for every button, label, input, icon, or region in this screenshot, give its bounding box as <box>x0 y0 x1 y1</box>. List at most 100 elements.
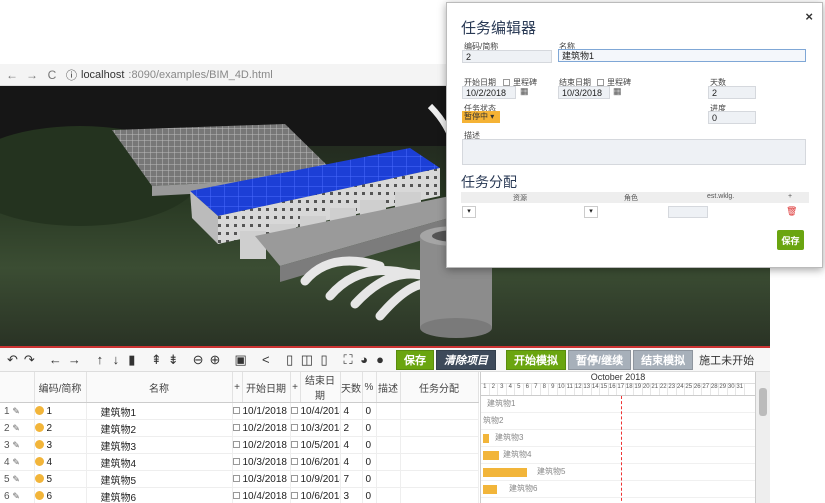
cell-progress[interactable]: 0 <box>362 453 377 471</box>
grid-only-icon[interactable]: ▯ <box>282 351 298 369</box>
redo-icon[interactable]: ↷ <box>21 351 38 369</box>
milestone-checkbox[interactable] <box>290 407 298 415</box>
share-icon[interactable]: < <box>258 351 274 369</box>
milestone-checkbox[interactable] <box>232 458 240 466</box>
gantt-task-bar[interactable] <box>483 485 497 494</box>
url-field[interactable]: ⓘ localhost:8090/examples/BIM_4D.html <box>66 67 273 83</box>
milestone-checkbox[interactable] <box>290 424 298 432</box>
cell-duration[interactable]: 4 <box>340 453 363 471</box>
table-row[interactable]: 6 ✎ 6 建筑物6 10/4/2018 10/6/2018 3 0 <box>0 487 479 503</box>
header-assign[interactable]: 任务分配 <box>400 372 479 403</box>
add-assignment-button[interactable]: + <box>788 193 792 200</box>
cell-code[interactable]: 1 <box>34 402 87 420</box>
cell-duration[interactable]: 4 <box>340 402 363 420</box>
table-row[interactable]: 2 ✎ 2 建筑物2 10/2/2018 10/3/2018 2 0 <box>0 419 479 437</box>
effort-field[interactable] <box>668 206 708 218</box>
fullscreen-icon[interactable]: ⛶ <box>340 351 356 369</box>
edit-icon[interactable]: ✎ <box>12 474 20 484</box>
dialog-save-button[interactable]: 保存 <box>777 230 804 250</box>
table-row[interactable]: 1 ✎ 1 建筑物1 10/1/2018 10/4/2018 4 0 <box>0 402 479 420</box>
code-field[interactable]: 2 <box>462 50 552 63</box>
cell-end[interactable]: 10/9/2018 <box>290 470 341 488</box>
milestone-checkbox[interactable] <box>232 441 240 449</box>
indent-icon[interactable]: → <box>65 351 84 369</box>
edit-icon[interactable]: ✎ <box>12 457 20 467</box>
insert-below-icon[interactable]: ⇟ <box>165 351 182 369</box>
milestone-checkbox[interactable] <box>290 458 298 466</box>
close-icon[interactable]: × <box>805 9 813 24</box>
scrollbar-thumb[interactable] <box>759 388 767 416</box>
cell-progress[interactable]: 0 <box>362 436 377 454</box>
calendar-icon[interactable]: ▦ <box>520 86 529 97</box>
vertical-scrollbar[interactable] <box>755 372 770 503</box>
gantt-task-bar[interactable] <box>483 468 527 477</box>
name-field[interactable]: 建筑物1 <box>558 49 806 62</box>
gantt-chart[interactable]: October 2018 1 2 3 4 5 6 7 8 9 10 11 12 13 14 15 16 17 18… <box>480 372 755 503</box>
edit-icon[interactable]: ✎ <box>12 491 20 501</box>
calendar-icon[interactable]: ▦ <box>613 86 622 97</box>
edit-icon[interactable]: ✎ <box>12 440 20 450</box>
start-simulation-button[interactable]: 开始模拟 <box>506 349 567 370</box>
table-row[interactable]: 4 ✎ 4 建筑物4 10/3/2018 10/6/2018 4 0 <box>0 453 479 471</box>
header-start[interactable]: 开始日期 <box>242 372 291 403</box>
cell-code[interactable]: 5 <box>34 470 87 488</box>
cell-code[interactable]: 6 <box>34 487 87 503</box>
insert-above-icon[interactable]: ⇞ <box>148 351 165 369</box>
cell-start[interactable]: 10/2/2018 <box>232 436 291 454</box>
cell-assign[interactable] <box>400 419 479 437</box>
zoom-in-icon[interactable]: ⊕ <box>207 351 224 369</box>
outdent-icon[interactable]: ← <box>46 351 65 369</box>
cell-end[interactable]: 10/5/2018 <box>290 436 341 454</box>
days-field[interactable]: 2 <box>708 86 756 99</box>
cell-desc[interactable] <box>376 419 401 437</box>
end-simulation-button[interactable]: 结束模拟 <box>633 349 694 370</box>
resources-icon[interactable]: ● <box>372 351 388 369</box>
header-desc[interactable]: 描述 <box>376 372 401 403</box>
clear-project-button[interactable]: 清除项目 <box>436 349 497 370</box>
header-code[interactable]: 编码/简称 <box>34 372 87 403</box>
table-row[interactable]: 3 ✎ 3 建筑物3 10/2/2018 10/5/2018 4 0 <box>0 436 479 454</box>
pause-resume-button[interactable]: 暂停/继续 <box>568 349 632 370</box>
cell-name[interactable]: 建筑物2 <box>86 419 233 437</box>
start-date-field[interactable]: 10/2/2018 <box>462 86 516 99</box>
palette-icon[interactable]: ◕ <box>356 351 372 369</box>
split-view-icon[interactable]: ◫ <box>298 351 316 369</box>
cell-code[interactable]: 4 <box>34 453 87 471</box>
milestone-checkbox[interactable] <box>232 475 240 483</box>
move-up-icon[interactable]: ↑ <box>92 351 108 369</box>
back-icon[interactable]: ← <box>6 68 18 82</box>
cell-desc[interactable] <box>376 487 401 503</box>
header-start-toggle[interactable]: + <box>232 372 243 403</box>
milestone-checkbox[interactable] <box>232 424 240 432</box>
cell-desc[interactable] <box>376 453 401 471</box>
cell-name[interactable]: 建筑物5 <box>86 470 233 488</box>
role-select[interactable]: ▾ <box>584 206 598 218</box>
end-date-field[interactable]: 10/3/2018 <box>558 86 610 99</box>
header-end-toggle[interactable]: + <box>290 372 301 403</box>
header-duration[interactable]: 天数 <box>340 372 363 403</box>
cell-end[interactable]: 10/4/2018 <box>290 402 341 420</box>
resource-select[interactable]: ▾ <box>462 206 476 218</box>
delete-icon[interactable]: ▮ <box>124 351 140 369</box>
cell-progress[interactable]: 0 <box>362 470 377 488</box>
cell-duration[interactable]: 2 <box>340 419 363 437</box>
milestone-checkbox[interactable] <box>290 475 298 483</box>
forward-icon[interactable]: → <box>26 68 38 82</box>
cell-start[interactable]: 10/2/2018 <box>232 419 291 437</box>
trash-icon[interactable]: 🗑 <box>786 206 797 217</box>
cell-start[interactable]: 10/4/2018 <box>232 487 291 503</box>
cell-desc[interactable] <box>376 402 401 420</box>
table-row[interactable]: 5 ✎ 5 建筑物5 10/3/2018 10/9/2018 7 0 <box>0 470 479 488</box>
edit-icon[interactable]: ✎ <box>12 406 20 416</box>
cell-start[interactable]: 10/3/2018 <box>232 470 291 488</box>
cell-end[interactable]: 10/6/2018 <box>290 453 341 471</box>
cell-name[interactable]: 建筑物6 <box>86 487 233 503</box>
move-down-icon[interactable]: ↓ <box>108 351 124 369</box>
status-select[interactable]: 暂停中 ▾ <box>462 111 500 123</box>
milestone-checkbox[interactable] <box>290 492 298 500</box>
cell-start[interactable]: 10/3/2018 <box>232 453 291 471</box>
progress-field[interactable]: 0 <box>708 111 756 124</box>
cell-progress[interactable]: 0 <box>362 487 377 503</box>
cell-assign[interactable] <box>400 436 479 454</box>
header-name[interactable]: 名称 <box>86 372 233 403</box>
